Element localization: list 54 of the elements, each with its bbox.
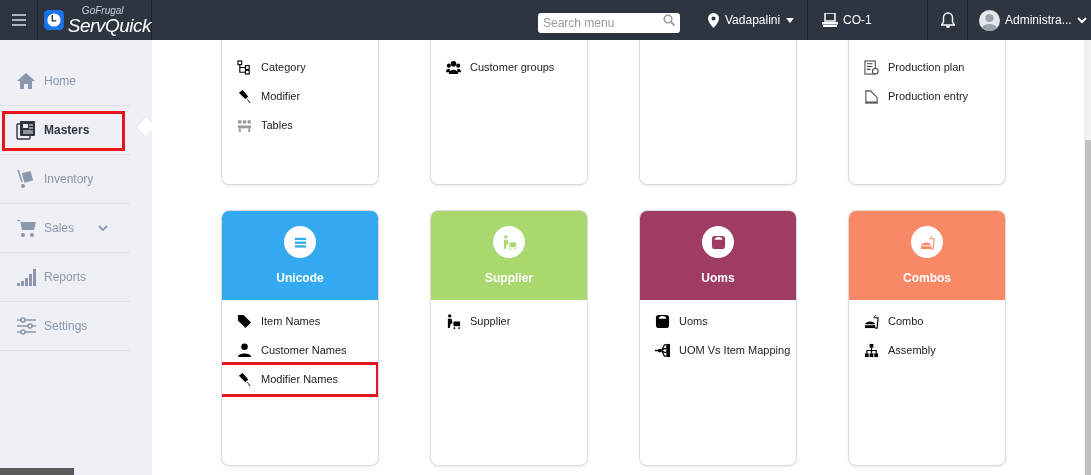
search-icon bbox=[663, 14, 675, 26]
menu-item[interactable]: Customer Names bbox=[222, 336, 378, 365]
menu-item[interactable]: Production entry bbox=[849, 82, 1005, 111]
chevron-icon bbox=[1076, 16, 1087, 24]
menu-item[interactable]: Uoms bbox=[640, 307, 796, 336]
home-icon bbox=[16, 71, 36, 91]
menu-item[interactable]: Customer groups bbox=[431, 53, 587, 82]
scale-icon bbox=[655, 314, 670, 329]
product-name: ServQuick bbox=[67, 15, 151, 35]
menu-item[interactable]: Modifier bbox=[222, 82, 378, 111]
bell-icon[interactable] bbox=[940, 12, 955, 28]
clock-icon bbox=[44, 8, 64, 32]
people-icon bbox=[446, 60, 461, 75]
burger-icon bbox=[864, 314, 879, 329]
signal-bars-icon bbox=[16, 267, 36, 287]
tables-icon bbox=[237, 118, 252, 133]
scale-icon bbox=[710, 234, 726, 250]
menu-item[interactable]: Item Names bbox=[222, 307, 378, 336]
location-pin-icon bbox=[708, 12, 719, 28]
hand-truck-icon bbox=[16, 169, 36, 189]
cart-icon bbox=[16, 218, 36, 238]
avatar-icon bbox=[979, 9, 1000, 31]
checklist-icon bbox=[864, 60, 879, 75]
sliders-icon bbox=[16, 316, 36, 336]
menu-item[interactable]: Production plan bbox=[849, 53, 1005, 82]
user-menu[interactable]: Administra... bbox=[968, 0, 1091, 40]
brand-name: GoFrugal bbox=[80, 5, 125, 16]
card-title: Combos bbox=[903, 270, 951, 287]
trolley-icon bbox=[501, 234, 517, 250]
menu-item[interactable]: Tables bbox=[222, 111, 378, 140]
menu-item[interactable]: Category bbox=[222, 53, 378, 82]
hierarchy-icon bbox=[864, 343, 879, 358]
hierarchy-icon bbox=[237, 60, 252, 75]
person-icon bbox=[237, 343, 252, 358]
brush-icon bbox=[237, 372, 252, 387]
menu-item[interactable]: Supplier bbox=[431, 307, 587, 336]
computer-icon bbox=[822, 13, 838, 27]
menu-item[interactable]: Assembly bbox=[849, 336, 1005, 365]
trolley-icon bbox=[446, 314, 461, 329]
menu-item[interactable]: Combo bbox=[849, 307, 1005, 336]
sidebar-item[interactable]: Masters bbox=[0, 106, 130, 155]
card-title: Supplier bbox=[485, 270, 533, 287]
burger-icon bbox=[919, 234, 935, 250]
scrollbar-thumb[interactable] bbox=[1085, 140, 1091, 475]
search-field[interactable]: Search menu bbox=[538, 13, 680, 33]
card-title: Uoms bbox=[701, 270, 735, 287]
caret-icon bbox=[786, 17, 795, 23]
menu-item[interactable]: UOM Vs Item Mapping bbox=[640, 336, 796, 365]
tag-icon bbox=[237, 314, 252, 329]
card-title: Unicode bbox=[276, 270, 324, 287]
menu-item[interactable]: Modifier Names bbox=[222, 365, 378, 394]
menu-icon[interactable] bbox=[11, 14, 26, 26]
brush-icon bbox=[237, 89, 252, 104]
books-icon bbox=[16, 120, 36, 140]
